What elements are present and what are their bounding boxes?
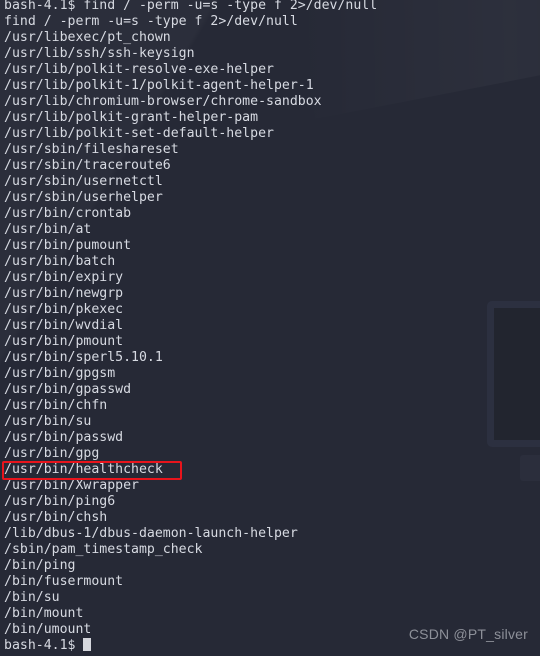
- suid-path: /usr/bin/pumount: [4, 238, 132, 253]
- suid-path: /usr/lib/polkit-set-default-helper: [4, 126, 274, 141]
- suid-path-highlighted: /usr/bin/healthcheck: [2, 461, 540, 480]
- suid-path: /usr/bin/newgrp: [4, 286, 124, 301]
- suid-path: /usr/bin/su: [4, 414, 92, 429]
- suid-path: /usr/bin/gpg: [4, 446, 100, 461]
- suid-path: /usr/bin/pkexec: [4, 302, 124, 317]
- suid-path: /bin/fusermount: [4, 574, 124, 589]
- suid-path: /usr/libexec/pt_chown: [4, 30, 171, 45]
- suid-path: /usr/bin/sperl5.10.1: [4, 350, 163, 365]
- suid-path: /usr/bin/passwd: [4, 430, 124, 445]
- suid-path: /usr/sbin/fileshareset: [4, 142, 179, 157]
- suid-file-list: /usr/libexec/pt_chown/usr/lib/ssh/ssh-ke…: [2, 30, 540, 638]
- suid-path: /usr/bin/chfn: [4, 398, 108, 413]
- suid-path: /usr/bin/wvdial: [4, 318, 124, 333]
- suid-path: /usr/bin/at: [4, 222, 92, 237]
- suid-path: /sbin/pam_timestamp_check: [4, 542, 203, 557]
- suid-path: /usr/bin/batch: [4, 254, 116, 269]
- suid-path: /usr/bin/expiry: [4, 270, 124, 285]
- terminal-window[interactable]: bash-4.1$ find / -perm -u=s -type f 2>/d…: [0, 0, 540, 656]
- command-input-line: bash-4.1$ find / -perm -u=s -type f 2>/d…: [4, 0, 378, 13]
- suid-path: /usr/bin/Xwrapper: [4, 478, 139, 493]
- suid-path: /usr/sbin/userhelper: [4, 190, 163, 205]
- prompt-label: bash-4.1$: [4, 638, 84, 653]
- terminal-output-area[interactable]: bash-4.1$ find / -perm -u=s -type f 2>/d…: [0, 0, 540, 654]
- suid-path: /usr/lib/ssh/ssh-keysign: [4, 46, 195, 61]
- suid-path: /lib/dbus-1/dbus-daemon-launch-helper: [4, 526, 298, 541]
- suid-path: /usr/bin/gpgsm: [4, 366, 116, 381]
- suid-path: /bin/su: [4, 590, 60, 605]
- suid-path: /usr/lib/chromium-browser/chrome-sandbox: [4, 94, 322, 109]
- csdn-watermark: CSDN @PT_silver: [408, 626, 528, 642]
- suid-path: /usr/sbin/usernetctl: [4, 174, 163, 189]
- echoed-command-line: find / -perm -u=s -type f 2>/dev/null: [4, 14, 298, 29]
- suid-path: /usr/lib/polkit-1/polkit-agent-helper-1: [4, 78, 314, 93]
- suid-path: /usr/bin/ping6: [4, 494, 116, 509]
- suid-path: /usr/lib/polkit-resolve-exe-helper: [4, 62, 274, 77]
- text-cursor: [83, 638, 92, 651]
- suid-path: /usr/sbin/traceroute6: [4, 158, 171, 173]
- suid-path-label: /usr/bin/healthcheck: [4, 462, 163, 477]
- suid-path: /usr/lib/polkit-grant-helper-pam: [4, 110, 259, 125]
- suid-path: /bin/mount: [4, 606, 84, 621]
- suid-path: /bin/ping: [4, 558, 76, 573]
- suid-path: /usr/bin/chsh: [4, 510, 108, 525]
- suid-path: /usr/bin/crontab: [4, 206, 132, 221]
- suid-path: /usr/bin/pmount: [4, 334, 124, 349]
- suid-path: /usr/bin/gpasswd: [4, 382, 132, 397]
